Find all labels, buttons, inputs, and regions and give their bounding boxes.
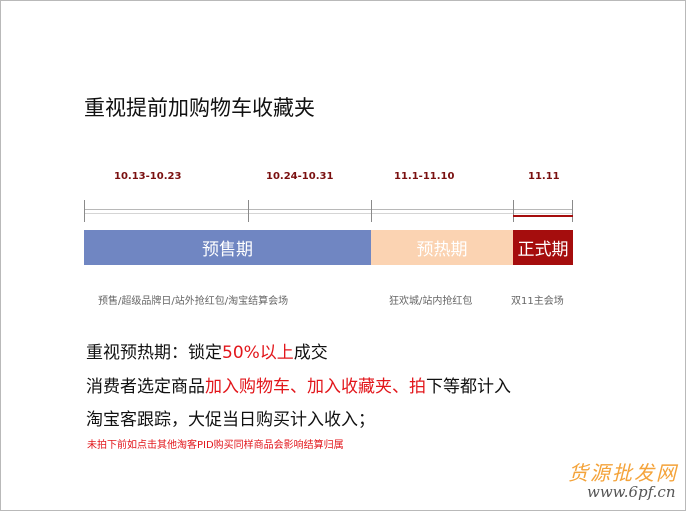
watermark-logo: 货源批发网 xyxy=(568,461,678,485)
watermark-url: www.6pf.cn xyxy=(587,483,676,501)
body-line-3: 淘宝客跟踪，大促当日购买计入收入； xyxy=(86,410,375,430)
body-line-1: 重视预热期：锁定50%以上成交 xyxy=(86,338,328,363)
activity-warmup: 狂欢城/站内抢红包 xyxy=(389,296,473,307)
phase-bar-warmup: 预热期 xyxy=(371,230,513,265)
date-label-official: 11.11 xyxy=(528,171,560,182)
body-line-2-text: 消费者选定商品 xyxy=(86,377,205,397)
phase-label-presale: 预售期 xyxy=(202,240,253,260)
body-line-2: 消费者选定商品加入购物车、加入收藏夹、拍下等都计入 xyxy=(86,372,511,397)
highlight-actions: 加入购物车、加入收藏夹、拍 xyxy=(205,377,426,397)
highlight-percentage: 50%以上 xyxy=(222,343,294,363)
date-label-presale: 10.13-10.23 xyxy=(114,171,182,182)
phase-label-official: 正式期 xyxy=(517,240,569,260)
body-line-2-suffix: 下等都计入 xyxy=(426,377,511,397)
date-label-presale-2: 10.24-10.31 xyxy=(266,171,334,182)
date-label-warmup: 11.1-11.10 xyxy=(394,171,455,182)
phase-bar-presale: 预售期 xyxy=(84,230,371,265)
activity-official: 双11主会场 xyxy=(511,296,564,307)
body-line-1-text: 重视预热期：锁定 xyxy=(86,343,222,363)
footnote: 未拍下前如点击其他淘客PID购买同样商品会影响结算归属 xyxy=(87,440,344,451)
phase-bar-official: 正式期 xyxy=(513,230,573,265)
body-line-1-suffix: 成交 xyxy=(293,343,328,363)
slide-title: 重视提前加购物车收藏夹 xyxy=(84,96,315,120)
phase-label-warmup: 预热期 xyxy=(416,240,468,260)
activity-presale: 预售/超级品牌日/站外抢红包/淘宝结算会场 xyxy=(98,296,289,307)
